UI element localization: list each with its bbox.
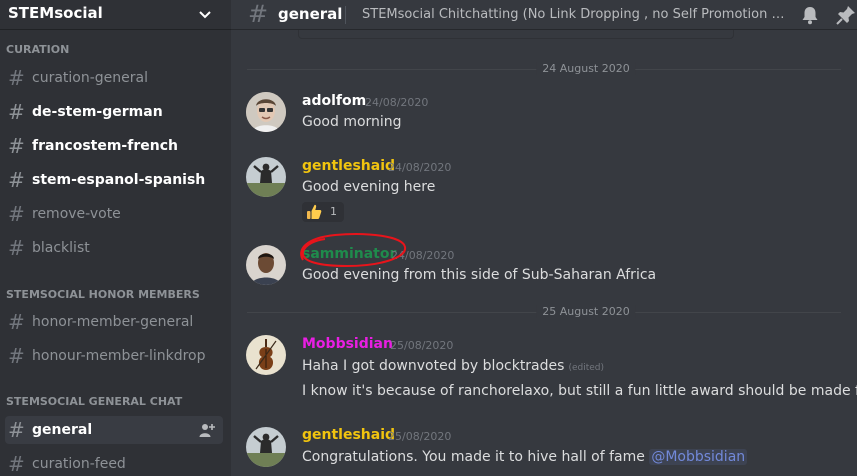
message-content: Congratulations. You made it to hive hal… [302, 449, 748, 465]
channel-de-stem-german[interactable]: # de-stem-german [5, 98, 223, 126]
message-text: Congratulations. You made it to hive hal… [302, 449, 645, 465]
avatar[interactable] [246, 427, 286, 467]
channel-label: honor-member-general [32, 314, 194, 330]
category-curation[interactable]: CURATION [6, 43, 69, 56]
channel-label: francostem-french [32, 138, 178, 154]
date-divider: 25 August 2020 [536, 305, 636, 318]
hash-icon: # [8, 310, 25, 334]
add-member-icon[interactable] [199, 422, 215, 438]
thumbs-up-icon [307, 204, 322, 219]
channel-curation-feed[interactable]: # curation-feed [5, 450, 223, 476]
channel-remove-vote[interactable]: # remove-vote [5, 200, 223, 228]
channel-general[interactable]: # general [5, 416, 223, 444]
channel-sidebar: STEMsocial CURATION # curation-general #… [0, 0, 231, 476]
hash-icon: # [8, 452, 25, 476]
category-general-chat[interactable]: STEMSOCIAL GENERAL CHAT [6, 395, 182, 408]
avatar[interactable] [246, 157, 286, 197]
bell-icon[interactable] [800, 5, 820, 25]
message[interactable]: gentleshaid 24/08/2020 Good evening here… [231, 151, 857, 231]
message-author[interactable]: gentleshaid [302, 158, 395, 174]
channel-label: curation-feed [32, 456, 126, 472]
edited-label: (edited) [568, 363, 604, 373]
channel-honor-member-general[interactable]: # honor-member-general [5, 308, 223, 336]
message-timestamp: 24/08/2020 [391, 249, 455, 262]
message-content: Good evening from this side of Sub-Sahar… [302, 267, 657, 283]
channel-label: stem-espanol-spanish [32, 172, 206, 188]
channel-label: de-stem-german [32, 104, 163, 120]
avatar[interactable] [246, 335, 286, 375]
avatar[interactable] [246, 245, 286, 285]
message[interactable]: adolfom 24/08/2020 Good morning [231, 86, 857, 146]
pin-icon[interactable] [836, 5, 856, 25]
channel-francostem-french[interactable]: # francostem-french [5, 132, 223, 160]
message[interactable]: samminator 24/08/2020 Good evening from … [231, 240, 857, 300]
message-timestamp: 25/08/2020 [390, 339, 454, 352]
channel-header: # general STEMsocial Chitchatting (No Li… [231, 0, 857, 30]
hash-icon: # [8, 100, 25, 124]
message-text: Haha I got downvoted by blocktrades [302, 358, 565, 374]
message-timestamp: 25/08/2020 [388, 430, 452, 443]
channel-curation-general[interactable]: # curation-general [5, 64, 223, 92]
message-timestamp: 24/08/2020 [388, 161, 452, 174]
reaction-count: 1 [330, 205, 337, 218]
channel-blacklist[interactable]: # blacklist [5, 234, 223, 262]
message-content: I know it's because of ranchorelaxo, but… [302, 383, 857, 399]
hash-icon: # [8, 134, 25, 158]
message-timestamp: 24/08/2020 [365, 96, 429, 109]
hash-icon: # [8, 418, 25, 442]
channel-label: blacklist [32, 240, 90, 256]
avatar[interactable] [246, 92, 286, 132]
channel-label: general [32, 422, 93, 438]
message-list[interactable]: 24 August 2020 adolfom 24/08/2020 Good m… [231, 30, 857, 476]
channel-honour-member-linkdrop[interactable]: # honour-member-linkdrop [5, 342, 223, 370]
category-honor-members[interactable]: STEMSOCIAL HONOR MEMBERS [6, 288, 200, 301]
hash-icon: # [8, 236, 25, 260]
date-divider: 24 August 2020 [536, 62, 636, 75]
message[interactable]: gentleshaid 25/08/2020 Congratulations. … [231, 420, 857, 476]
message-content: Good morning [302, 114, 402, 130]
message-author[interactable]: adolfom [302, 93, 366, 109]
message-author[interactable]: gentleshaid [302, 427, 395, 443]
user-mention[interactable]: @Mobbsidian [649, 449, 748, 465]
hash-icon: # [8, 202, 25, 226]
channel-label: curation-general [32, 70, 148, 86]
message-content: Good evening here [302, 179, 436, 195]
message-author[interactable]: samminator [302, 246, 396, 262]
hash-icon: # [8, 344, 25, 368]
chevron-down-icon[interactable] [197, 8, 213, 22]
channel-topic[interactable]: STEMsocial Chitchatting (No Link Droppin… [362, 7, 786, 22]
message-author[interactable]: Mobbsidian [302, 336, 393, 352]
reaction-thumbs-up[interactable]: 1 [302, 202, 344, 222]
channel-stem-espanol-spanish[interactable]: # stem-espanol-spanish [5, 166, 223, 194]
message[interactable]: Mobbsidian 25/08/2020 Haha I got downvot… [231, 328, 857, 418]
message-content: Haha I got downvoted by blocktrades (edit… [302, 358, 604, 374]
channel-label: honour-member-linkdrop [32, 348, 206, 364]
hash-icon: # [248, 0, 269, 28]
channel-title: general [278, 5, 343, 23]
server-name: STEMsocial [8, 4, 103, 22]
previous-embed-edge [298, 30, 734, 39]
hash-icon: # [8, 168, 25, 192]
hash-icon: # [8, 66, 25, 90]
server-header[interactable]: STEMsocial [0, 0, 231, 30]
channel-label: remove-vote [32, 206, 121, 222]
header-divider [345, 6, 346, 24]
